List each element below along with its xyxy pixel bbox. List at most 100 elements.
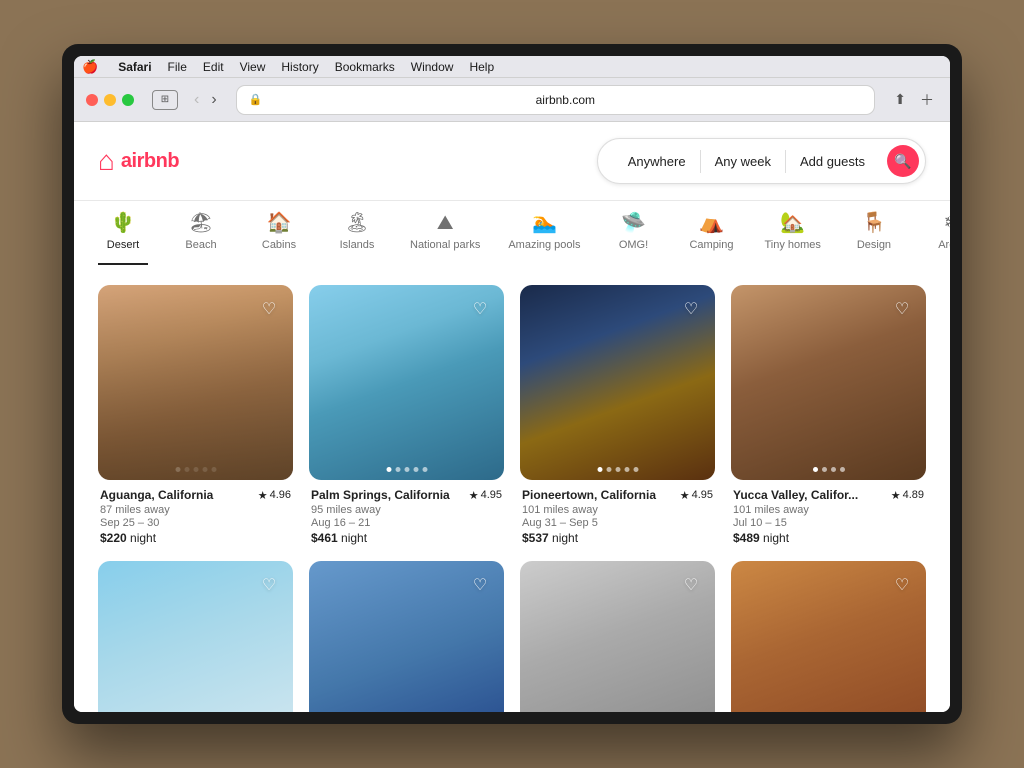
listing-location: Aguanga, California — [100, 488, 213, 502]
listing-card[interactable]: ♡ Desert Hot Springs ★ 4.92 — [98, 561, 293, 712]
view-menu[interactable]: View — [240, 60, 266, 74]
dot — [615, 467, 620, 472]
dot — [840, 467, 845, 472]
wishlist-button[interactable]: ♡ — [255, 571, 283, 599]
wishlist-button[interactable]: ♡ — [888, 295, 916, 323]
search-button[interactable]: 🔍 — [887, 145, 919, 177]
logo-text: airbnb — [121, 150, 179, 173]
category-beach[interactable]: 🏖 Beach — [176, 213, 226, 265]
category-cabins[interactable]: 🏠 Cabins — [254, 213, 304, 265]
share-icon[interactable]: ⬆ — [890, 87, 910, 112]
file-menu[interactable]: File — [168, 60, 187, 74]
cabins-icon: 🏠 — [267, 213, 292, 233]
listing-rating: ★ 4.95 — [680, 489, 713, 502]
category-desert[interactable]: 🌵 Desert — [98, 213, 148, 265]
tab-overview-button[interactable]: ⊞ — [152, 90, 178, 110]
listing-price: $537 night — [522, 531, 713, 545]
lock-icon: 🔒 — [249, 93, 263, 106]
category-omg[interactable]: 🛸 OMG! — [608, 213, 658, 265]
listing-rating: ★ 4.95 — [469, 489, 502, 502]
wishlist-button[interactable]: ♡ — [677, 295, 705, 323]
listing-info: Aguanga, California ★ 4.96 87 miles away… — [98, 488, 293, 545]
listing-distance: 101 miles away — [733, 504, 924, 516]
edit-menu[interactable]: Edit — [203, 60, 224, 74]
listing-price: $220 night — [100, 531, 291, 545]
listing-card[interactable]: ♡ Aguanga, California — [98, 285, 293, 545]
wishlist-button[interactable]: ♡ — [677, 571, 705, 599]
category-islands[interactable]: 🏝 Islands — [332, 213, 382, 265]
traffic-lights — [86, 94, 134, 106]
bookmarks-menu[interactable]: Bookmarks — [335, 60, 395, 74]
help-menu[interactable]: Help — [469, 60, 494, 74]
image-dots — [386, 467, 427, 472]
category-tiny-homes[interactable]: 🏡 Tiny homes — [764, 213, 820, 265]
dot — [193, 467, 198, 472]
wishlist-button[interactable]: ♡ — [255, 295, 283, 323]
dot — [822, 467, 827, 472]
category-nav: 🌵 Desert 🏖 Beach 🏠 Cabins 🏝 Islands ⛰ — [74, 201, 950, 265]
dot — [413, 467, 418, 472]
category-amazing-pools[interactable]: 🏊 Amazing pools — [508, 213, 580, 265]
wishlist-button[interactable]: ♡ — [466, 295, 494, 323]
dot — [404, 467, 409, 472]
forward-button[interactable]: › — [207, 89, 220, 111]
listing-info: Palm Springs, California ★ 4.95 95 miles… — [309, 488, 504, 545]
image-dots — [597, 467, 638, 472]
listing-card[interactable]: ♡ Pioneertown, California — [520, 285, 715, 545]
main-search-bar[interactable]: Anywhere Any week Add guests 🔍 — [597, 138, 926, 184]
url-text: airbnb.com — [268, 93, 862, 107]
category-national-parks[interactable]: ⛰ National parks — [410, 213, 480, 265]
category-design[interactable]: 🪑 Design — [849, 213, 899, 265]
listing-card[interactable]: ♡ Palm Springs, California — [309, 285, 504, 545]
new-tab-icon[interactable]: ＋ — [916, 86, 938, 114]
history-menu[interactable]: History — [281, 60, 318, 74]
airbnb-logo[interactable]: ⌂ airbnb — [98, 145, 179, 177]
beach-icon: 🏖 — [188, 213, 213, 233]
listing-card[interactable]: ♡ Joshua Tree, California ★ 4.88 — [309, 561, 504, 712]
guests-pill[interactable]: Add guests — [786, 150, 879, 173]
category-camping[interactable]: ⛺ Camping — [686, 213, 736, 265]
dot — [422, 467, 427, 472]
listing-card[interactable]: ♡ Twentynine Palms ★ 4.94 — [520, 561, 715, 712]
address-bar[interactable]: 🔒 airbnb.com — [237, 86, 875, 114]
listing-image: ♡ — [520, 561, 715, 712]
image-dots — [813, 467, 845, 472]
back-button[interactable]: ‹ — [190, 89, 203, 111]
when-pill[interactable]: Any week — [701, 150, 786, 173]
listing-image: ♡ — [520, 285, 715, 480]
listing-dates: Aug 16 – 21 — [311, 517, 502, 529]
category-beach-label: Beach — [185, 239, 216, 251]
listings-area: ♡ Aguanga, California — [74, 265, 950, 712]
listing-rating: ★ 4.96 — [258, 489, 291, 502]
listing-image: ♡ — [731, 285, 926, 480]
listing-dates: Aug 31 – Sep 5 — [522, 517, 713, 529]
listings-grid: ♡ Aguanga, California — [98, 285, 926, 712]
listing-rating: ★ 4.89 — [891, 489, 924, 502]
where-pill[interactable]: Anywhere — [614, 150, 701, 173]
wishlist-button[interactable]: ♡ — [466, 571, 494, 599]
toolbar-right: ⬆ ＋ — [890, 86, 938, 114]
category-desert-label: Desert — [107, 239, 139, 251]
wishlist-button[interactable]: ♡ — [888, 571, 916, 599]
listing-location: Yucca Valley, Califor... — [733, 488, 858, 502]
dot — [624, 467, 629, 472]
close-button[interactable] — [86, 94, 98, 106]
fullscreen-button[interactable] — [122, 94, 134, 106]
dot — [606, 467, 611, 472]
window-menu[interactable]: Window — [411, 60, 454, 74]
dot — [202, 467, 207, 472]
listing-image: ♡ — [731, 561, 926, 712]
listing-info: Pioneertown, California ★ 4.95 101 miles… — [520, 488, 715, 545]
category-arctic[interactable]: ❄ Arctic — [927, 213, 950, 265]
safari-menu[interactable]: Safari — [118, 60, 151, 74]
listing-price: $489 night — [733, 531, 924, 545]
listing-card[interactable]: ♡ Yucca Valley, Califor... ★ — [731, 285, 926, 545]
design-icon: 🪑 — [861, 213, 886, 233]
listing-distance: 101 miles away — [522, 504, 713, 516]
minimize-button[interactable] — [104, 94, 116, 106]
apple-menu[interactable]: 🍎 — [82, 59, 98, 75]
listing-card[interactable]: ♡ Borrego Springs, CA ★ 4.91 — [731, 561, 926, 712]
listing-image: ♡ — [98, 561, 293, 712]
image-dots — [175, 467, 216, 472]
omg-icon: 🛸 — [621, 213, 646, 233]
